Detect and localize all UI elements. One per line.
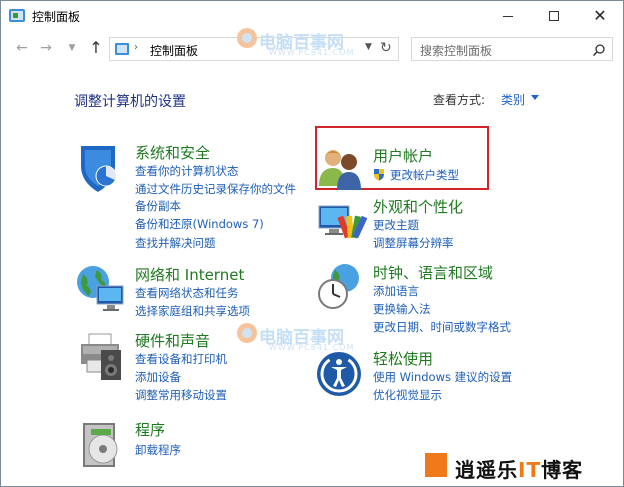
link-mobility-settings[interactable]: 调整常用移动设置 — [135, 387, 227, 403]
category-title[interactable]: 程序 — [135, 419, 165, 440]
link-backup-copies[interactable]: 备份副本 — [135, 198, 181, 214]
view-by-dropdown[interactable]: 类别 — [501, 91, 525, 108]
link-file-history[interactable]: 通过文件历史记录保存你的文件 — [135, 181, 296, 197]
control-panel-icon — [115, 43, 129, 55]
watermark-sub: WWW.PC841.COM — [269, 48, 355, 57]
link-add-language[interactable]: 添加语言 — [373, 283, 419, 299]
category-title[interactable]: 硬件和声音 — [135, 330, 210, 351]
printer-icon[interactable] — [75, 330, 127, 382]
view-by-caret-icon[interactable] — [531, 95, 539, 100]
link-date-time-format[interactable]: 更改日期、时间或数字格式 — [373, 319, 511, 335]
category-title[interactable]: 用户帐户 — [373, 145, 433, 166]
link-devices-printers[interactable]: 查看设备和打印机 — [135, 351, 227, 367]
link-screen-resolution[interactable]: 调整屏幕分辨率 — [373, 235, 454, 251]
search-placeholder: 搜索控制面板 — [420, 44, 493, 58]
maximize-button[interactable] — [531, 1, 577, 31]
page-title: 调整计算机的设置 — [74, 94, 186, 110]
title-bar: 控制面板 ✕ — [1, 1, 623, 31]
control-panel-icon — [9, 9, 25, 22]
back-arrow-icon[interactable]: ← — [11, 37, 33, 59]
link-backup-restore[interactable]: 备份和还原(Windows 7) — [135, 216, 264, 232]
breadcrumb-separator-icon[interactable]: › — [134, 42, 138, 53]
link-troubleshoot[interactable]: 查找并解决问题 — [135, 235, 216, 251]
close-icon: ✕ — [593, 6, 607, 25]
view-by-label: 查看方式: — [433, 93, 486, 107]
window-title: 控制面板 — [32, 10, 81, 24]
category-title[interactable]: 系统和安全 — [135, 142, 210, 163]
shield-icon[interactable] — [75, 142, 127, 194]
watermark-logo-icon — [237, 28, 257, 48]
link-network-status[interactable]: 查看网络状态和任务 — [135, 285, 239, 301]
search-input[interactable]: 搜索控制面板 — [411, 37, 613, 61]
category-title[interactable]: 轻松使用 — [373, 348, 433, 369]
clock-globe-icon[interactable] — [315, 262, 367, 314]
link-optimize-display[interactable]: 优化视觉显示 — [373, 387, 442, 403]
brand-text: 逍遥乐IT博客 — [455, 458, 584, 482]
address-dropdown-icon[interactable]: ▼ — [365, 42, 372, 52]
link-change-theme[interactable]: 更改主题 — [373, 217, 419, 233]
forward-arrow-icon[interactable]: → — [35, 37, 57, 59]
search-icon[interactable] — [592, 43, 606, 57]
category-title[interactable]: 网络和 Internet — [135, 264, 244, 285]
users-icon[interactable] — [315, 144, 367, 196]
recent-locations-chevron-icon[interactable]: ▼ — [61, 37, 83, 59]
link-change-input-method[interactable]: 更换输入法 — [373, 301, 431, 317]
up-arrow-icon[interactable]: ↑ — [85, 37, 107, 59]
brand-logo-icon — [425, 453, 447, 477]
uac-shield-icon — [374, 169, 384, 181]
close-button[interactable]: ✕ — [577, 1, 623, 31]
programs-disc-box-icon[interactable] — [75, 419, 127, 471]
link-uninstall-program[interactable]: 卸载程序 — [135, 442, 181, 458]
link-add-device[interactable]: 添加设备 — [135, 369, 181, 385]
refresh-icon[interactable]: ↻ — [380, 40, 392, 56]
link-homegroup[interactable]: 选择家庭组和共享选项 — [135, 303, 250, 319]
category-title[interactable]: 外观和个性化 — [373, 196, 463, 217]
network-globe-icon[interactable] — [75, 264, 127, 316]
control-panel-window: 控制面板 ✕ ← → ▼ ↑ › 控制面板 ▼ ↻ 搜索控制面板 电脑百事网 W… — [0, 0, 624, 487]
watermark-logo-icon — [237, 323, 257, 343]
ease-of-access-icon[interactable] — [315, 348, 367, 400]
link-change-account-type[interactable]: 更改帐户类型 — [390, 167, 459, 183]
breadcrumb[interactable]: 控制面板 — [150, 42, 198, 59]
link-check-computer-status[interactable]: 查看你的计算机状态 — [135, 163, 239, 179]
link-recommended-settings[interactable]: 使用 Windows 建议的设置 — [373, 369, 512, 385]
minimize-icon — [503, 15, 513, 17]
monitor-palette-icon[interactable] — [315, 196, 367, 248]
category-title[interactable]: 时钟、语言和区域 — [373, 262, 493, 283]
maximize-icon — [549, 11, 559, 21]
minimize-button[interactable] — [485, 1, 531, 31]
